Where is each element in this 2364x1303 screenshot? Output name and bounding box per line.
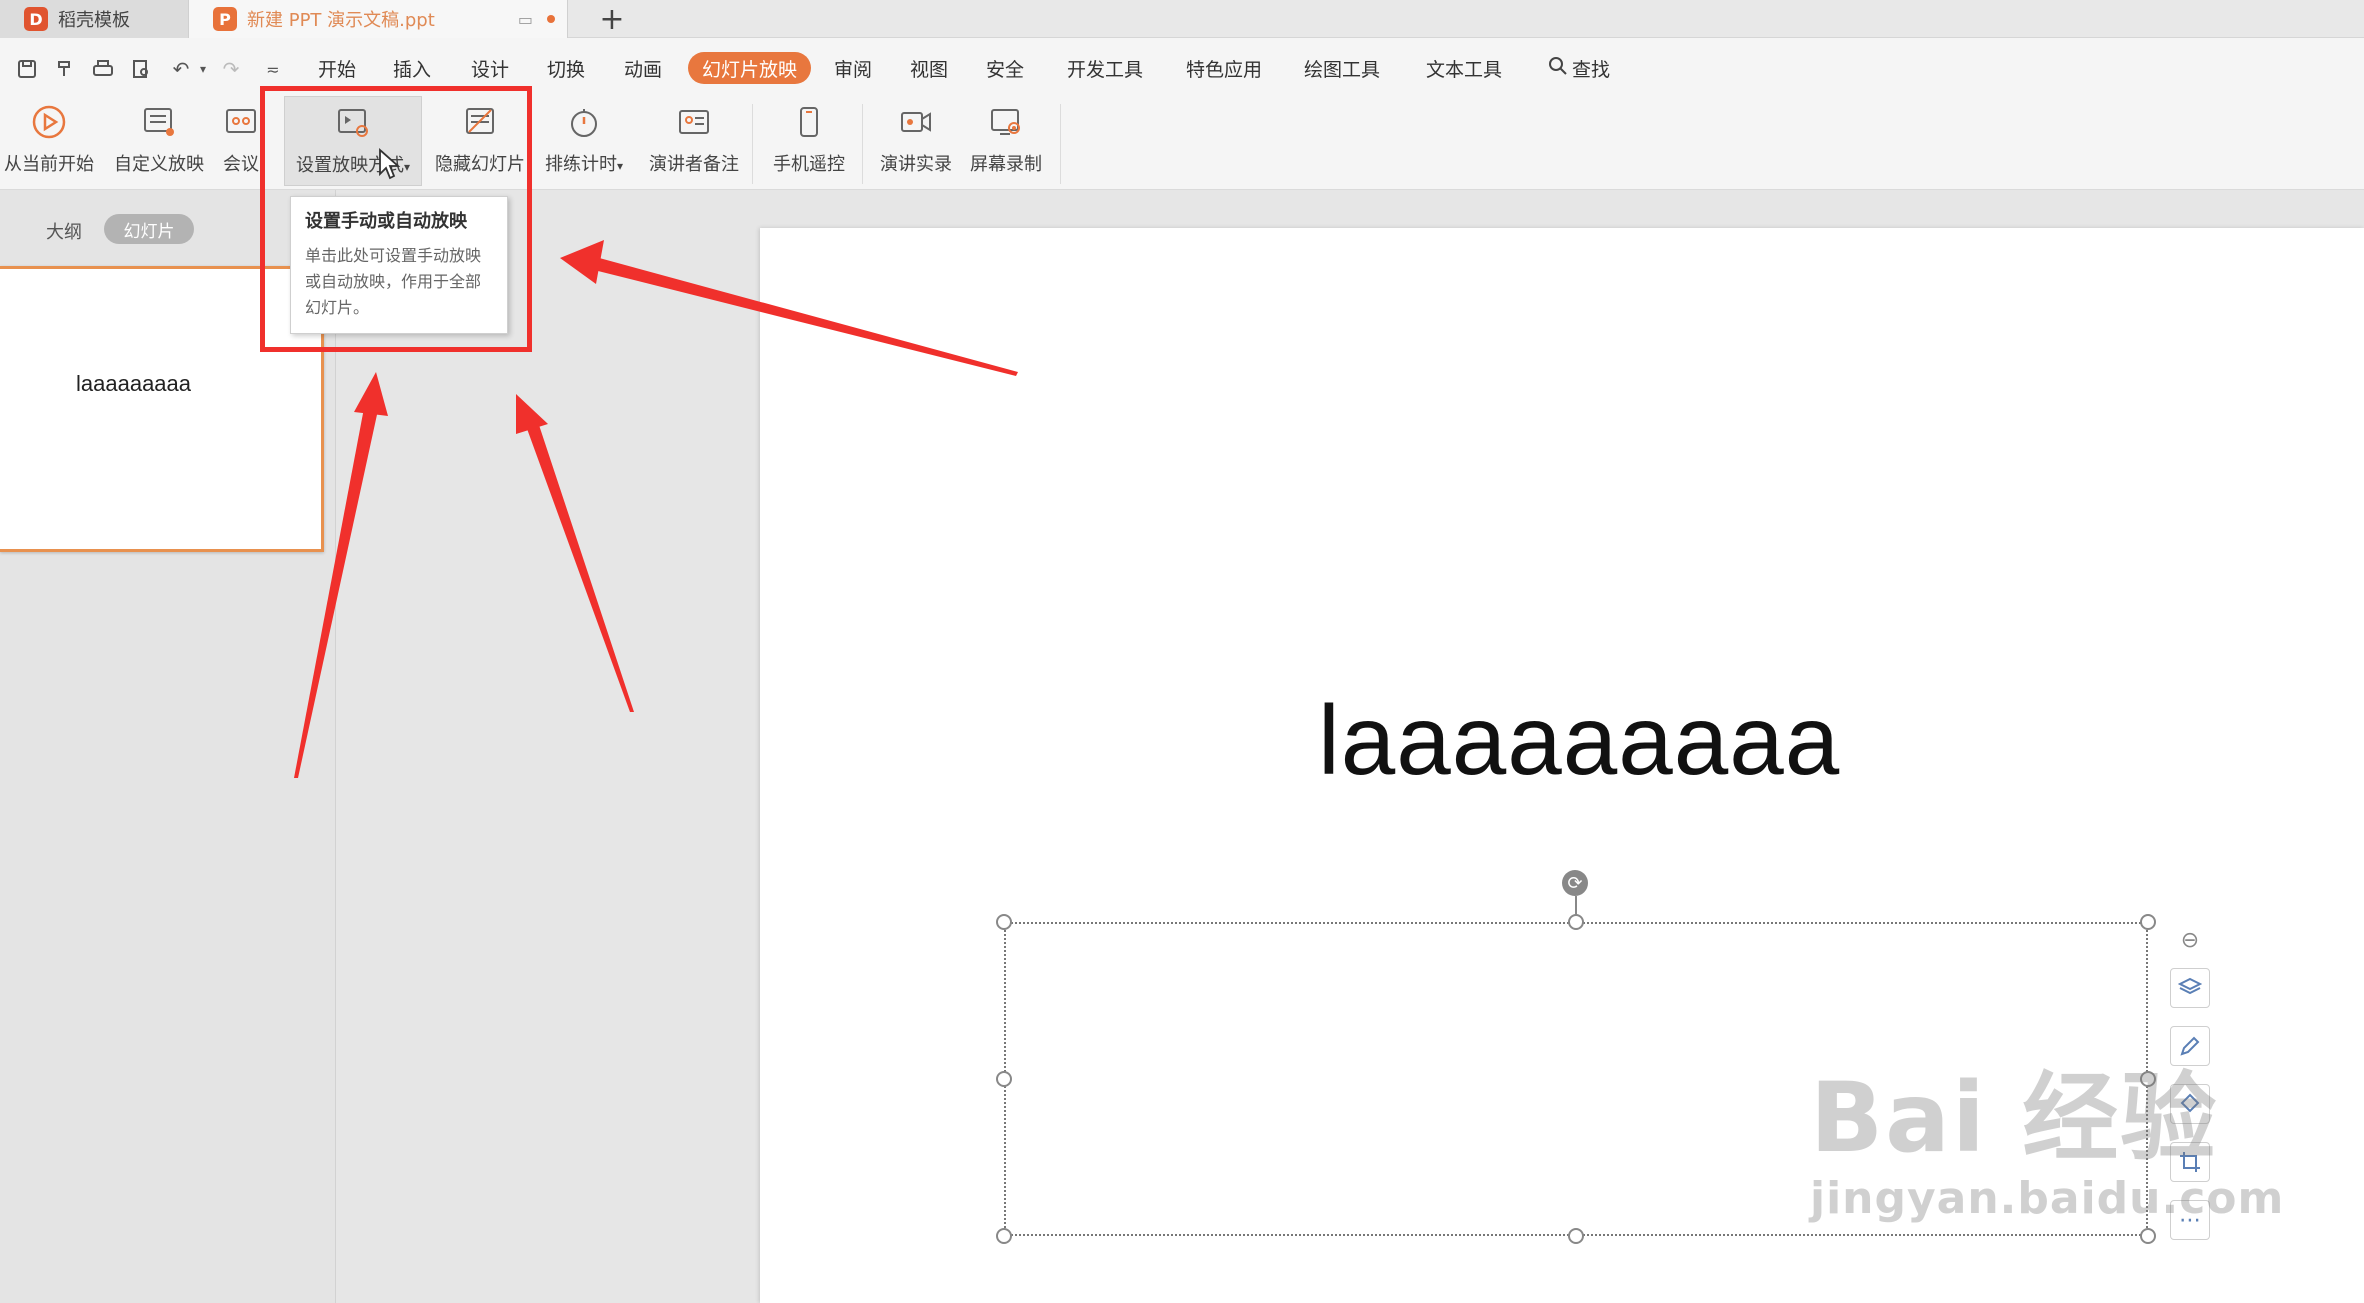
menu-slideshow[interactable]: 幻灯片放映	[688, 52, 812, 84]
screen-record-icon	[986, 102, 1026, 142]
menu-review[interactable]: 审阅	[834, 52, 872, 84]
slide-thumbnail-panel: 大纲 幻灯片 laaaaaaaaa	[0, 190, 336, 1303]
undo-dropdown-icon[interactable]: ▾	[190, 56, 216, 82]
stopwatch-icon	[564, 102, 604, 142]
tab-label: 稻壳模板	[58, 10, 130, 31]
format-painter-icon[interactable]	[52, 56, 78, 82]
rotate-handle-icon[interactable]: ⟳	[1562, 870, 1588, 896]
menu-view[interactable]: 视图	[910, 52, 948, 84]
resize-handle-bottom-left[interactable]	[996, 1228, 1012, 1244]
custom-show-button[interactable]: 自定义放映	[110, 96, 208, 186]
ribbon-separator	[1060, 104, 1061, 184]
menu-security[interactable]: 安全	[986, 52, 1024, 84]
from-current-button[interactable]: 从当前开始	[2, 96, 96, 186]
docer-logo-icon: D	[24, 7, 48, 31]
tab-outline[interactable]: 大纲	[46, 218, 82, 244]
menu-text-tools[interactable]: 文本工具	[1426, 52, 1502, 84]
tab-docer-templates[interactable]: D 稻壳模板	[0, 0, 188, 38]
menu-design[interactable]: 设计	[471, 52, 509, 84]
highlight-box	[260, 86, 532, 352]
layers-icon[interactable]	[2170, 968, 2210, 1008]
print-preview-icon[interactable]	[128, 56, 154, 82]
new-tab-button[interactable]: +	[592, 0, 632, 38]
custom-show-label: 自定义放映	[114, 154, 204, 175]
screen-record-label: 屏幕录制	[970, 154, 1042, 175]
tab-ppt-document[interactable]: P 新建 PPT 演示文稿.ppt ▭	[188, 0, 568, 38]
menu-transition[interactable]: 切换	[547, 52, 585, 84]
record-label: 演讲实录	[880, 154, 952, 175]
print-icon[interactable]	[90, 56, 116, 82]
tab-slides[interactable]: 幻灯片	[104, 214, 194, 244]
from-current-label: 从当前开始	[4, 154, 94, 175]
phone-remote-button[interactable]: 手机遥控	[764, 96, 854, 186]
presenter-notes-button[interactable]: 演讲者备注	[644, 96, 744, 186]
unsaved-dot-icon	[547, 15, 555, 23]
custom-show-icon	[139, 102, 179, 142]
tab-label: 新建 PPT 演示文稿.ppt	[247, 10, 435, 31]
meeting-button[interactable]: 会议	[216, 96, 266, 186]
resize-handle-left[interactable]	[996, 1071, 1012, 1087]
menu-home[interactable]: 开始	[318, 52, 356, 84]
menu-insert[interactable]: 插入	[393, 52, 431, 84]
phone-remote-label: 手机遥控	[773, 154, 845, 175]
baidu-watermark: Bai 经验 jingyan.baidu.com	[1810, 1040, 2284, 1224]
slide-title-text[interactable]: laaaaaaaaa	[1318, 684, 1840, 797]
meeting-icon	[221, 102, 261, 142]
menu-special-apps[interactable]: 特色应用	[1186, 52, 1262, 84]
screen-record-button[interactable]: 屏幕录制	[962, 96, 1050, 186]
resize-handle-top[interactable]	[1568, 914, 1584, 930]
ribbon-separator	[752, 104, 753, 184]
watermark-brand: Bai 经验	[1810, 1062, 2219, 1174]
ribbon-separator	[862, 104, 863, 184]
play-icon	[29, 102, 69, 142]
presenter-notes-label: 演讲者备注	[649, 154, 739, 175]
thumbnail-title: laaaaaaaaa	[76, 371, 192, 396]
redo-icon[interactable]: ↷	[218, 56, 244, 82]
monitor-icon[interactable]: ▭	[518, 10, 533, 29]
menu-animation[interactable]: 动画	[624, 52, 662, 84]
resize-handle-bottom-right[interactable]	[2140, 1228, 2156, 1244]
watermark-url: jingyan.baidu.com	[1810, 1173, 2285, 1224]
menu-developer[interactable]: 开发工具	[1067, 52, 1143, 84]
menu-drawing-tools[interactable]: 绘图工具	[1304, 52, 1380, 84]
presenter-notes-icon	[674, 102, 714, 142]
search-icon	[1548, 56, 1568, 81]
collapse-icon[interactable]: ⊖	[2170, 920, 2210, 960]
customize-toolbar-icon[interactable]: ≂	[260, 56, 286, 82]
meeting-label: 会议	[223, 154, 259, 175]
resize-handle-top-left[interactable]	[996, 914, 1012, 930]
search-label: 查找	[1572, 58, 1611, 81]
rehearse-timing-button[interactable]: 排练计时▾	[538, 96, 630, 186]
tab-bar: D 稻壳模板 P 新建 PPT 演示文稿.ppt ▭ +	[0, 0, 2364, 38]
ppt-logo-icon: P	[213, 7, 237, 31]
phone-icon	[789, 102, 829, 142]
save-icon[interactable]	[14, 56, 40, 82]
search-button[interactable]: 查找	[1548, 52, 1610, 84]
rehearse-timing-label: 排练计时	[544, 154, 617, 175]
rehearse-dropdown-icon[interactable]: ▾	[617, 159, 623, 173]
resize-handle-bottom[interactable]	[1568, 1228, 1584, 1244]
resize-handle-top-right[interactable]	[2140, 914, 2156, 930]
video-camera-icon	[896, 102, 936, 142]
record-button[interactable]: 演讲实录	[872, 96, 960, 186]
mouse-cursor-icon	[379, 148, 401, 180]
